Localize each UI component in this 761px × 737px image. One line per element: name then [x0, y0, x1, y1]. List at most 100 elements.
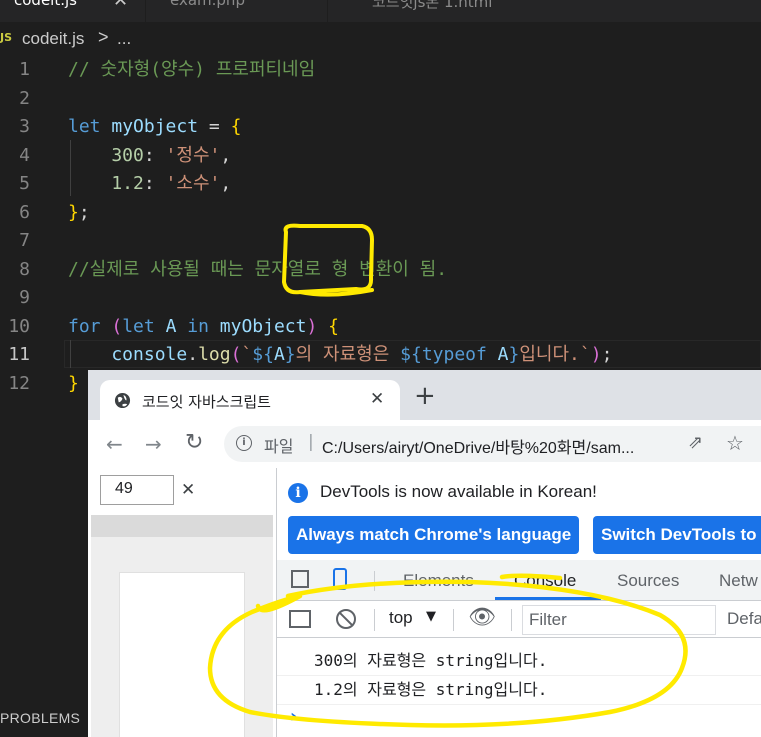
close-tab-icon[interactable]: ✕: [370, 389, 384, 409]
tab-console[interactable]: Console: [514, 571, 576, 591]
code-text: for (let A in myObject) {: [68, 313, 339, 341]
clear-console-icon[interactable]: [336, 609, 356, 629]
tab-exam-php[interactable]: exam.php: [170, 0, 245, 21]
line-number: 4: [19, 144, 30, 166]
console-message: 1.2의 자료형은 string입니다.: [277, 675, 761, 705]
code-token: A: [273, 344, 285, 365]
code-token: for: [68, 315, 112, 337]
browser-toolbar: ← → ↻ i 파일 | C:/Users/airyt/OneDrive/바탕%…: [88, 420, 761, 468]
tab-close-icon[interactable]: ✕: [113, 0, 128, 11]
eye-icon[interactable]: 👁: [468, 605, 496, 630]
line-number: 11: [8, 344, 30, 365]
info-icon[interactable]: i: [236, 435, 252, 451]
code-line[interactable]: 8 //실제로 사용될 때는 문자열로 형 변환이 됨.: [0, 256, 761, 284]
browser-tab[interactable]: 코드잇 자바스크립트 ✕: [100, 380, 400, 420]
console-message: 300의 자료형은 string입니다.: [277, 646, 761, 676]
panel-tab-problems[interactable]: PROBLEMS: [0, 710, 80, 726]
back-arrow-icon[interactable]: ←: [106, 432, 123, 456]
code-token: A: [165, 315, 188, 337]
code-token: :: [143, 144, 166, 166]
code-token: }: [68, 372, 79, 394]
toolbar-divider: [374, 571, 375, 591]
new-tab-button[interactable]: +: [414, 383, 436, 409]
code-text: // 숫자형(양수) 프로퍼티네임: [68, 56, 315, 84]
code-token: ): [306, 315, 329, 337]
code-token: ${: [400, 344, 422, 365]
find-input[interactable]: 49: [100, 475, 174, 505]
log-levels-dropdown[interactable]: Defa: [727, 609, 761, 629]
inspect-element-icon[interactable]: [291, 570, 309, 588]
code-text: }: [68, 370, 79, 398]
code-line[interactable]: 11 console.log(`${A}의 자료형은 ${typeof A}입니…: [0, 341, 761, 369]
share-icon[interactable]: ⇗: [688, 432, 703, 453]
devtools-banner-text: DevTools is now available in Korean!: [320, 482, 597, 501]
forward-arrow-icon[interactable]: →: [145, 432, 162, 456]
code-token: console: [68, 344, 188, 365]
code-token: ;: [78, 201, 90, 223]
code-line[interactable]: 10 for (let A in myObject) {: [0, 313, 761, 341]
line-number: 9: [19, 287, 30, 308]
code-token: :: [143, 173, 166, 194]
breadcrumb-symbols[interactable]: ...: [117, 29, 131, 49]
code-token: =: [198, 116, 231, 137]
tab-codeit-js[interactable]: codeit.js: [14, 0, 77, 21]
toolbar-divider: [374, 609, 375, 631]
line-number: 5: [19, 173, 30, 194]
caret-down-icon[interactable]: ▼: [426, 609, 436, 624]
code-token: .: [187, 344, 199, 365]
line-number: 10: [8, 315, 30, 337]
active-tab-indicator: [495, 597, 601, 600]
line-number: 7: [19, 230, 30, 251]
breadcrumb-file[interactable]: codeit.js: [22, 29, 84, 49]
line-number: 12: [8, 372, 30, 394]
bookmark-star-icon[interactable]: ☆: [726, 431, 744, 455]
code-token: (: [111, 315, 123, 337]
code-token: ,: [220, 173, 232, 194]
tab-codeit-html[interactable]: 코드잇js본 1.html: [372, 0, 492, 21]
code-token: ${: [252, 344, 274, 365]
code-line[interactable]: 4 300: '정수',: [0, 142, 761, 170]
code-line[interactable]: 9: [0, 284, 761, 312]
console-sidebar-icon[interactable]: [289, 610, 311, 628]
code-line[interactable]: 2: [0, 85, 761, 113]
context-selector[interactable]: top: [389, 608, 413, 628]
console-prompt-icon[interactable]: ›: [290, 706, 297, 727]
tab-network[interactable]: Netw: [719, 571, 758, 591]
code-line[interactable]: 5 1.2: '소수',: [0, 170, 761, 198]
page-content-box: [119, 572, 245, 737]
code-line[interactable]: 7: [0, 227, 761, 255]
code-text: let myObject = {: [68, 113, 241, 141]
code-line[interactable]: 1 // 숫자형(양수) 프로퍼티네임: [0, 56, 761, 84]
code-token: }: [508, 344, 520, 365]
switch-devtools-language-button[interactable]: Switch DevTools to: [593, 516, 761, 554]
code-token: 1.2: [68, 173, 144, 194]
tab-sources[interactable]: Sources: [617, 571, 679, 591]
tab-divider: [145, 0, 146, 22]
url-text[interactable]: C:/Users/airyt/OneDrive/바탕%20화면/sam...: [322, 434, 634, 458]
code-token: //실제로 사용될 때는 문자열로 형 변환이 됨.: [68, 258, 448, 280]
code-token: let: [68, 116, 112, 137]
close-icon[interactable]: ✕: [181, 480, 195, 500]
code-token: let: [122, 315, 166, 337]
code-token: in: [187, 315, 220, 337]
toolbar-divider: [453, 609, 454, 631]
address-bar[interactable]: i 파일 | C:/Users/airyt/OneDrive/바탕%20화면/s…: [224, 426, 761, 462]
code-line[interactable]: 6};: [0, 199, 761, 227]
code-token: myObject: [111, 116, 199, 137]
device-toolbar-icon[interactable]: [333, 568, 347, 590]
tab-elements[interactable]: Elements: [403, 571, 474, 591]
code-token: `: [241, 344, 253, 365]
code-editor[interactable]: 1// 숫자형(양수) 프로퍼티네임 2 3 let myObject = {4 30…: [0, 56, 761, 394]
page-viewport: 49 ✕: [88, 468, 276, 737]
tab-divider: [327, 0, 328, 22]
code-line[interactable]: 3 let myObject = {: [0, 113, 761, 141]
console-filter-input[interactable]: Filter: [522, 605, 716, 635]
code-token: typeof: [421, 344, 498, 365]
info-icon: i: [288, 483, 308, 503]
devtools-panel: i DevTools is now available in Korean! A…: [276, 468, 761, 737]
code-token: }: [284, 344, 296, 365]
reload-icon[interactable]: ↻: [185, 430, 203, 455]
code-token: myObject: [219, 315, 307, 337]
chevron-right-icon: >: [98, 27, 109, 47]
always-match-language-button[interactable]: Always match Chrome's language: [288, 516, 580, 554]
